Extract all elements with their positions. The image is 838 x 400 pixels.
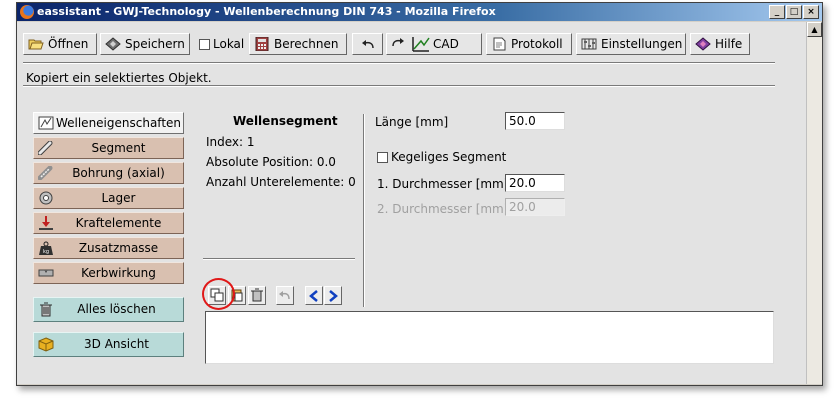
help-button[interactable]: Hilfe <box>690 33 750 55</box>
nav-welleneigenschaften[interactable]: Welleneigenschaften <box>33 112 184 134</box>
view-3d-button[interactable]: 3D Ansicht <box>33 332 184 357</box>
protocol-button[interactable]: Protokoll <box>486 33 572 55</box>
nav-label: Kerbwirkung <box>81 266 156 280</box>
arrow-left-icon <box>309 290 318 302</box>
help-label: Hilfe <box>715 37 743 51</box>
redo-icon <box>392 38 404 47</box>
app-content: Öffnen Speichern Lokal Berechnen CAD Pro… <box>17 22 806 384</box>
status-text: Kopiert ein selektiertes Objekt. <box>26 71 212 85</box>
undo-disabled-icon <box>279 291 290 300</box>
local-checkbox[interactable] <box>199 39 210 50</box>
diameter2-label: 2. Durchmesser [mm] <box>377 202 509 216</box>
help-book-icon <box>695 37 711 51</box>
protocol-label: Protokoll <box>511 37 563 51</box>
nav-kraftelemente[interactable]: Kraftelemente <box>33 212 184 234</box>
nav-zusatzmasse[interactable]: kg Zusatzmasse <box>33 237 184 259</box>
cube-3d-icon <box>38 337 54 352</box>
browser-window: eassistant - GWJ-Technology - Wellenbere… <box>16 2 823 386</box>
nav-label: Welleneigenschaften <box>55 116 182 130</box>
segment-position: Absolute Position: 0.0 <box>206 155 336 169</box>
cad-icon <box>412 37 430 52</box>
delete-all-button[interactable]: Alles löschen <box>33 297 184 322</box>
title-bar: eassistant - GWJ-Technology - Wellenbere… <box>17 3 822 21</box>
open-folder-icon <box>28 39 44 50</box>
mass-icon: kg <box>39 241 53 255</box>
length-input[interactable]: 50.0 <box>505 112 565 130</box>
settings-label: Einstellungen <box>601 37 683 51</box>
local-label: Lokal <box>213 37 245 51</box>
close-button[interactable]: × <box>803 5 819 19</box>
document-icon <box>493 37 506 51</box>
undo-small-button[interactable] <box>276 286 294 305</box>
diameter1-input[interactable]: 20.0 <box>505 174 565 192</box>
segment-icon <box>38 141 53 155</box>
status-divider <box>23 85 775 87</box>
segment-index: Index: 1 <box>206 135 255 149</box>
view-3d-label: 3D Ansicht <box>84 337 149 351</box>
open-label: Öffnen <box>48 37 89 51</box>
trash-icon <box>40 302 52 317</box>
segment-divider <box>203 258 355 260</box>
delete-all-label: Alles löschen <box>77 302 156 316</box>
window-title: eassistant - GWJ-Technology - Wellenbere… <box>37 5 496 18</box>
nav-kerbwirkung[interactable]: Kerbwirkung <box>33 262 184 284</box>
segment-title: Wellensegment <box>233 114 338 128</box>
next-button[interactable] <box>324 286 342 305</box>
nav-segment[interactable]: Segment <box>33 137 184 159</box>
settings-icon <box>581 38 597 50</box>
calculate-label: Berechnen <box>274 37 339 51</box>
bore-icon <box>38 166 53 180</box>
delete-button[interactable] <box>248 286 266 305</box>
diameter1-label: 1. Durchmesser [mm] <box>377 177 509 191</box>
firefox-icon <box>20 5 34 19</box>
message-textarea[interactable] <box>205 311 774 364</box>
undo-icon <box>362 40 374 49</box>
highlight-circle <box>202 278 235 310</box>
force-icon <box>39 216 53 230</box>
save-label: Speichern <box>125 37 185 51</box>
open-button[interactable]: Öffnen <box>23 33 97 55</box>
vertical-scrollbar[interactable]: ▲ <box>806 22 822 384</box>
toolbar-divider <box>23 62 775 64</box>
segment-sub-elements: Anzahl Unterelemente: 0 <box>206 175 356 189</box>
maximize-button[interactable]: □ <box>786 5 802 19</box>
nav-label: Bohrung (axial) <box>72 166 165 180</box>
nav-label: Lager <box>101 191 136 205</box>
svg-text:kg: kg <box>43 249 49 255</box>
calculate-button[interactable]: Berechnen <box>249 33 347 55</box>
panel-divider <box>363 114 365 307</box>
notch-icon <box>38 269 54 277</box>
cad-button[interactable]: CAD <box>386 33 482 55</box>
nav-label: Segment <box>91 141 146 155</box>
undo-button[interactable] <box>352 33 383 55</box>
settings-button[interactable]: Einstellungen <box>576 33 686 55</box>
calculator-icon <box>255 37 269 51</box>
bearing-icon <box>39 191 53 205</box>
save-disk-icon <box>105 37 121 51</box>
previous-button[interactable] <box>305 286 323 305</box>
conical-label: Kegeliges Segment <box>391 150 507 164</box>
arrow-right-icon <box>329 290 338 302</box>
save-button[interactable]: Speichern <box>100 33 190 55</box>
cad-label: CAD <box>433 37 459 51</box>
nav-lager[interactable]: Lager <box>33 187 184 209</box>
nav-bohrung-axial[interactable]: Bohrung (axial) <box>33 162 184 184</box>
diameter2-input: 20.0 <box>505 198 565 216</box>
length-label: Länge [mm] <box>375 115 449 129</box>
nav-label: Zusatzmasse <box>78 241 159 255</box>
scroll-up-button[interactable]: ▲ <box>807 22 822 37</box>
shaft-properties-icon <box>38 116 54 130</box>
minimize-button[interactable]: _ <box>769 5 785 19</box>
conical-checkbox[interactable] <box>377 152 388 163</box>
nav-label: Kraftelemente <box>75 216 162 230</box>
trash-icon <box>251 288 263 302</box>
